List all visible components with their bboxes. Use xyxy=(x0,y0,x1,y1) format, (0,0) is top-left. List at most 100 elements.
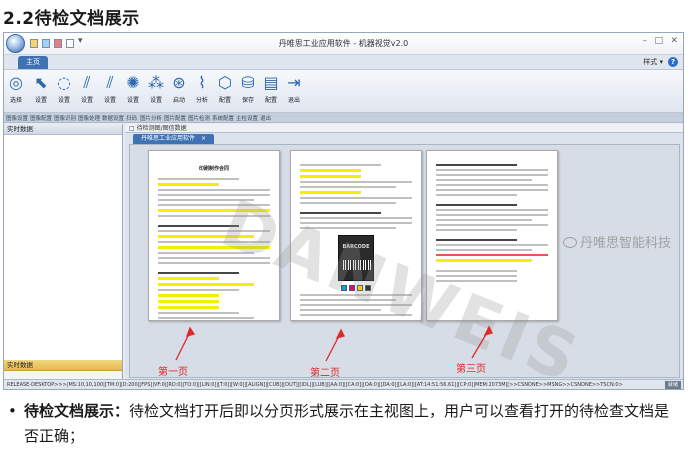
page-3-label: 第三页 xyxy=(456,364,486,375)
ribbon-button-label: 设置 xyxy=(80,97,93,104)
panel-footer-header[interactable]: 实时数据 xyxy=(4,360,122,371)
section-heading: 2.2待检文档展示 xyxy=(3,9,140,29)
help-icon[interactable]: ? xyxy=(668,57,678,67)
document-page-3 xyxy=(426,150,558,321)
ribbon-button-1[interactable]: ⬉ 设置 xyxy=(30,72,52,112)
cube-icon: ⬡ xyxy=(218,73,232,92)
page-title: 印刷制作合同 xyxy=(198,166,229,172)
product-image: BARCODE xyxy=(338,235,374,281)
ribbon-button-5[interactable]: ✺ 设置 xyxy=(122,72,144,112)
panel-header-realtime-data[interactable]: 实时数据 xyxy=(4,124,122,135)
ribbon-button-label: 设置 xyxy=(57,97,70,104)
description-paragraph: • 待检文档展示：待检文档打开后即以分页形式展示在主视图上，用户可以查看打开的待… xyxy=(8,399,683,449)
main-view-caption: □ 待检测图/图信数据 xyxy=(125,124,683,133)
panel-footer: 实时数据 xyxy=(4,360,122,380)
product-label: BARCODE xyxy=(342,244,370,250)
ribbon-toolbar: ◎ 选择 ⬉ 设置 ◌ 设置 ⫽ 设置 ⫽ 设置 ✺ 设置 ⁂ 设置 ⊛ 启动 ⌇ 分析 ⬡ 配置 … xyxy=(4,69,683,113)
app-window: ▾ 丹唯思工业应用软件 - 机器视觉v2.0 – □ ✕ 主页 样式 ▾ ? ◎… xyxy=(3,32,684,390)
page-1-label: 第一页 xyxy=(158,367,188,378)
select-icon: ◎ xyxy=(9,73,23,92)
group-label: 图像识别 xyxy=(54,116,77,122)
main-view: □ 待检测图/图信数据 丹唯思工业应用软件 × 印刷制作合同 BARCODE D… xyxy=(125,124,683,380)
lines-icon: ⫽ xyxy=(83,73,91,92)
tab-document[interactable]: 丹唯思工业应用软件 × xyxy=(133,134,215,144)
panel-body xyxy=(4,135,122,360)
left-panel: 实时数据 实时数据 xyxy=(4,124,123,380)
document-canvas[interactable]: 印刷制作合同 BARCODE DANWEIS 第一页 第二页 第三页 xyxy=(129,144,680,378)
window-title: 丹唯思工业应用软件 - 机器视觉v2.0 xyxy=(278,39,409,48)
barcode-icon xyxy=(343,260,371,270)
ribbon-button-label: 设置 xyxy=(34,97,47,104)
ribbon-button-label: 保存 xyxy=(241,97,254,104)
group-label: 退出 xyxy=(260,116,272,122)
group-label: 图片检测 xyxy=(188,116,211,122)
bullet-title: 待检文档展示： xyxy=(24,402,130,420)
group-label: 图像处理 xyxy=(78,116,101,122)
cursor-icon: ⬉ xyxy=(34,73,48,92)
ribbon-button-label: 分析 xyxy=(195,97,208,104)
arrow-page-2 xyxy=(325,333,341,362)
network-icon: ⁂ xyxy=(148,73,164,92)
style-menu[interactable]: 样式 ▾ xyxy=(643,57,663,67)
maximize-icon[interactable]: □ xyxy=(654,36,663,46)
ribbon-button-label: 启动 xyxy=(172,97,185,104)
ribbon-button-0[interactable]: ◎ 选择 xyxy=(5,72,27,112)
brand-watermark-text: 丹唯思智能科技 xyxy=(579,236,671,251)
lines-icon: ⫽ xyxy=(106,73,114,92)
document-page-2: BARCODE xyxy=(290,150,422,321)
arrow-head-page-2 xyxy=(335,328,345,340)
config-icon: ▤ xyxy=(263,73,279,92)
title-bar: ▾ 丹唯思工业应用软件 - 机器视觉v2.0 – □ ✕ xyxy=(4,33,683,55)
brand-watermark: 丹唯思智能科技 xyxy=(562,232,671,251)
status-bar: RELEASE-DESKTOP>>>|MS:10,10,100|[TM:0]|D… xyxy=(4,379,683,389)
group-label: 扫码 xyxy=(126,116,138,122)
ribbon-button-10[interactable]: ⛁ 保存 xyxy=(237,72,259,112)
status-ready-badge: 就绪 xyxy=(664,381,681,389)
group-label: 主检设置 xyxy=(236,116,259,122)
ribbon-button-label: 配置 xyxy=(264,97,277,104)
ribbon-button-11[interactable]: ▤ 配置 xyxy=(260,72,282,112)
ribbon-button-4[interactable]: ⫽ 设置 xyxy=(99,72,121,112)
ribbon-group-labels: 图像设置 图像配置 图像识别 图像处理 数据设置 扫码 图片分析 图片配置 图片… xyxy=(4,113,683,123)
bullet-icon: • xyxy=(8,402,17,420)
group-label: 数据设置 xyxy=(102,116,125,122)
ribbon-button-label: 设置 xyxy=(103,97,116,104)
ribbon-button-label: 设置 xyxy=(126,97,139,104)
group-label: 系统配置 xyxy=(212,116,235,122)
ribbon-button-label: 设置 xyxy=(149,97,162,104)
bullet-text: 待检文档展示：待检文档打开后即以分页形式展示在主视图上，用户可以查看打开的待检查… xyxy=(8,399,683,449)
tab-document-label: 丹唯思工业应用软件 xyxy=(141,135,196,142)
status-text: RELEASE-DESKTOP>>>|MS:10,10,100|[TM:0]|D… xyxy=(7,382,623,388)
arrow-head-page-3 xyxy=(483,325,493,337)
exit-icon: ⇥ xyxy=(287,73,301,92)
close-icon[interactable]: × xyxy=(201,135,206,142)
document-page-1: 印刷制作合同 xyxy=(148,150,280,321)
arrow-head-page-1 xyxy=(185,326,196,337)
ribbon-button-8[interactable]: ⌇ 分析 xyxy=(191,72,213,112)
minimize-icon[interactable]: – xyxy=(643,36,648,46)
wechat-icon xyxy=(562,237,577,248)
arrow-page-1 xyxy=(175,331,191,361)
arrow-page-3 xyxy=(471,330,489,359)
group-label: 图片分析 xyxy=(140,116,163,122)
ribbon-tab-strip: 主页 样式 ▾ ? xyxy=(4,55,683,69)
close-icon[interactable]: ✕ xyxy=(670,36,678,46)
page-2-label: 第二页 xyxy=(310,368,340,378)
group-label: 图像配置 xyxy=(30,116,53,122)
lasso-icon: ◌ xyxy=(57,73,71,92)
ribbon-button-3[interactable]: ⫽ 设置 xyxy=(76,72,98,112)
tab-home[interactable]: 主页 xyxy=(18,56,48,69)
database-icon: ⛁ xyxy=(241,73,255,92)
scan-icon: ⊛ xyxy=(172,73,186,92)
ribbon-button-label: 配置 xyxy=(218,97,231,104)
group-label: 图片配置 xyxy=(164,116,187,122)
color-swatches xyxy=(291,285,421,291)
ribbon-button-6[interactable]: ⁂ 设置 xyxy=(145,72,167,112)
ribbon-button-label: 选择 xyxy=(9,97,22,104)
palette-icon: ✺ xyxy=(126,73,140,92)
ribbon-button-7[interactable]: ⊛ 启动 xyxy=(168,72,190,112)
ribbon-button-12[interactable]: ⇥ 退出 xyxy=(283,72,305,112)
ribbon-button-9[interactable]: ⬡ 配置 xyxy=(214,72,236,112)
ribbon-button-2[interactable]: ◌ 设置 xyxy=(53,72,75,112)
ribbon-button-label: 退出 xyxy=(287,97,300,104)
